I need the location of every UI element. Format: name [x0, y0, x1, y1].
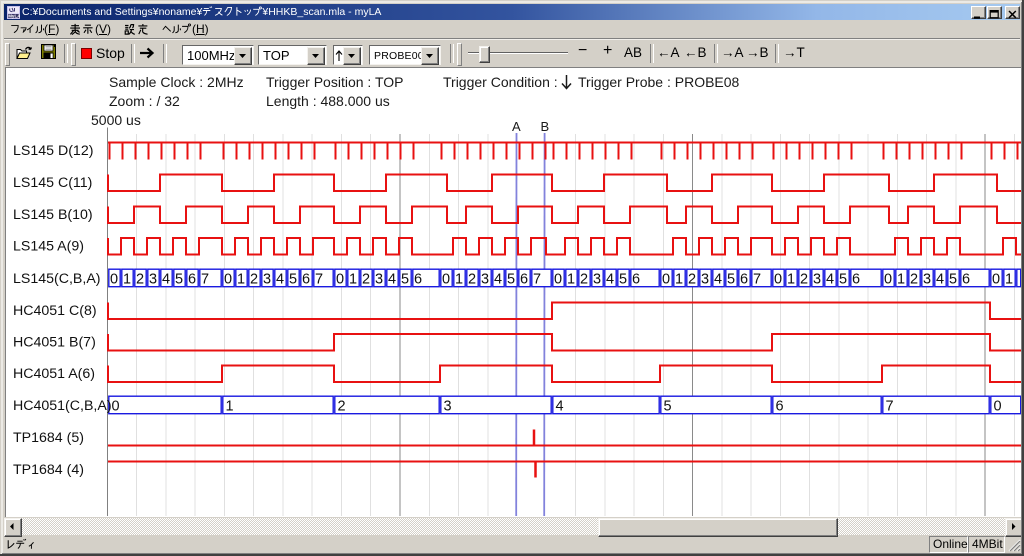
svg-text:2: 2 [468, 271, 476, 287]
svg-text:4: 4 [388, 271, 396, 287]
svg-text:3: 3 [481, 271, 489, 287]
svg-text:5: 5 [839, 271, 847, 287]
svg-text:Zoom : / 32: Zoom : / 32 [109, 93, 180, 109]
svg-text:6: 6 [632, 271, 640, 287]
svg-text:Length : 488.000 us: Length : 488.000 us [266, 93, 390, 109]
svg-text:HC4051(C,B,A): HC4051(C,B,A) [13, 398, 112, 414]
svg-text:5: 5 [949, 271, 957, 287]
svg-text:5: 5 [289, 271, 297, 287]
svg-text:2: 2 [800, 271, 808, 287]
svg-text:Trigger Position : TOP: Trigger Position : TOP [266, 74, 403, 90]
svg-text:6: 6 [962, 271, 970, 287]
svg-text:2: 2 [688, 271, 696, 287]
svg-text:HC4051 C(8): HC4051 C(8) [13, 303, 97, 319]
svg-text:Trigger Condition :: Trigger Condition : [443, 74, 558, 90]
svg-text:4: 4 [826, 271, 834, 287]
svg-text:1: 1 [897, 271, 905, 287]
svg-text:4: 4 [556, 398, 564, 414]
svg-text:4: 4 [936, 271, 944, 287]
svg-text:5: 5 [175, 271, 183, 287]
svg-text:1: 1 [567, 271, 575, 287]
svg-text:6: 6 [776, 398, 784, 414]
svg-text:2: 2 [580, 271, 588, 287]
svg-text:6: 6 [414, 271, 422, 287]
svg-text:7: 7 [533, 271, 541, 287]
svg-text:0: 0 [112, 398, 120, 414]
svg-text:6: 6 [740, 271, 748, 287]
svg-text:5: 5 [507, 271, 515, 287]
svg-text:4: 4 [606, 271, 614, 287]
svg-text:B: B [541, 119, 550, 134]
svg-text:0: 0 [224, 271, 232, 287]
svg-text:1: 1 [226, 398, 234, 414]
svg-text:6: 6 [520, 271, 528, 287]
svg-text:TP1684 (5): TP1684 (5) [13, 430, 84, 446]
svg-text:7: 7 [753, 271, 761, 287]
svg-text:5: 5 [401, 271, 409, 287]
svg-text:HC4051 A(6): HC4051 A(6) [13, 366, 95, 382]
svg-text:3: 3 [375, 271, 383, 287]
svg-text:0: 0 [336, 271, 344, 287]
svg-text:3: 3 [701, 271, 709, 287]
svg-text:1: 1 [1005, 271, 1013, 287]
svg-text:Trigger Probe : PROBE08: Trigger Probe : PROBE08 [578, 74, 740, 90]
svg-text:Sample Clock : 2MHz: Sample Clock : 2MHz [109, 74, 244, 90]
svg-text:LS145 B(10): LS145 B(10) [13, 207, 93, 223]
svg-text:LS145(C,B,A): LS145(C,B,A) [13, 271, 101, 287]
svg-text:0: 0 [442, 271, 450, 287]
svg-text:7: 7 [315, 271, 323, 287]
svg-text:0: 0 [110, 271, 118, 287]
svg-text:1: 1 [787, 271, 795, 287]
svg-text:2: 2 [136, 271, 144, 287]
svg-text:2: 2 [338, 398, 346, 414]
svg-text:3: 3 [593, 271, 601, 287]
svg-text:HC4051 B(7): HC4051 B(7) [13, 335, 96, 351]
svg-text:3: 3 [263, 271, 271, 287]
svg-text:2: 2 [362, 271, 370, 287]
svg-text:6: 6 [852, 271, 860, 287]
svg-text:2: 2 [250, 271, 258, 287]
svg-text:0: 0 [662, 271, 670, 287]
svg-text:0: 0 [994, 398, 1002, 414]
svg-text:6: 6 [302, 271, 310, 287]
svg-text:5: 5 [619, 271, 627, 287]
svg-text:7: 7 [886, 398, 894, 414]
svg-text:1: 1 [455, 271, 463, 287]
svg-text:LS145 C(11): LS145 C(11) [13, 175, 92, 191]
svg-text:0: 0 [884, 271, 892, 287]
svg-text:3: 3 [149, 271, 157, 287]
svg-text:LS145 D(12): LS145 D(12) [13, 143, 93, 159]
svg-text:3: 3 [923, 271, 931, 287]
svg-text:1: 1 [349, 271, 357, 287]
svg-text:3: 3 [444, 398, 452, 414]
svg-text:1: 1 [123, 271, 131, 287]
svg-text:4: 4 [714, 271, 722, 287]
svg-text:1: 1 [675, 271, 683, 287]
svg-text:7: 7 [201, 271, 209, 287]
svg-text:A: A [512, 119, 521, 134]
svg-text:2: 2 [910, 271, 918, 287]
svg-text:LS145 A(9): LS145 A(9) [13, 239, 84, 255]
svg-text:0: 0 [774, 271, 782, 287]
svg-text:3: 3 [813, 271, 821, 287]
svg-text:TP1684 (4): TP1684 (4) [13, 462, 84, 478]
svg-text:5000 us: 5000 us [91, 112, 141, 128]
svg-text:5: 5 [727, 271, 735, 287]
svg-text:5: 5 [664, 398, 672, 414]
svg-text:4: 4 [276, 271, 284, 287]
svg-text:1: 1 [237, 271, 245, 287]
svg-text:0: 0 [992, 271, 1000, 287]
svg-text:4: 4 [494, 271, 502, 287]
svg-text:4: 4 [162, 271, 170, 287]
svg-text:0: 0 [554, 271, 562, 287]
svg-text:6: 6 [188, 271, 196, 287]
